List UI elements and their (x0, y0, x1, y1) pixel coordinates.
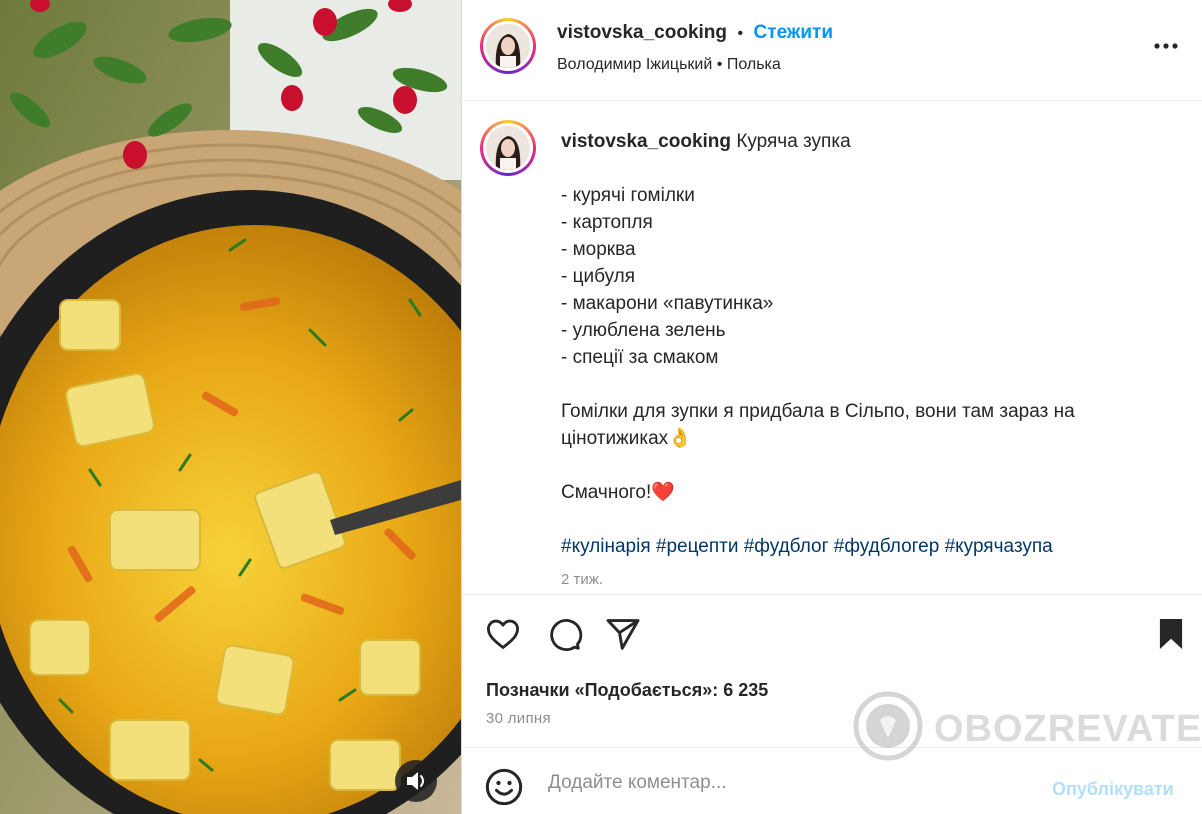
ingredient-item: - макарони «павутинка» (561, 293, 774, 314)
comment-button[interactable] (545, 615, 583, 653)
hashtag-list: #кулінарія #рецепти #фудблог #фудблогер … (561, 533, 1171, 560)
post-date[interactable]: 30 липня (486, 710, 551, 727)
post-header: vistovska_cooking • Стежити Володимир Іж… (462, 0, 1202, 101)
more-options-button[interactable] (1152, 36, 1182, 56)
hashtag-link[interactable]: #фудблогер (834, 536, 939, 557)
like-button[interactable] (484, 615, 522, 653)
audio-separator: • (716, 56, 723, 73)
ingredient-item: - спеції за смаком (561, 347, 719, 368)
save-button[interactable] (1152, 615, 1190, 653)
caption-note-line: цінотижиках👌 (561, 428, 692, 449)
share-button[interactable] (604, 615, 642, 653)
likes-count[interactable]: Позначки «Подобається»: 6 235 (486, 680, 768, 701)
follow-button[interactable]: Стежити (754, 22, 833, 43)
ingredient-item: - курячі гомілки (561, 185, 695, 206)
caption-title: Куряча зупка (736, 131, 851, 152)
more-horizontal-icon (1154, 43, 1178, 49)
post-caption: vistovska_cooking Куряча зупка - курячі … (561, 128, 1171, 560)
audio-artist[interactable]: Володимир Іжицький (557, 56, 712, 73)
ingredient-item: - картопля (561, 212, 653, 233)
hashtag-link[interactable]: #рецепти (656, 536, 739, 557)
post-media[interactable] (0, 0, 461, 814)
follow-separator: • (737, 25, 744, 42)
comment-bubble-icon (550, 619, 583, 651)
audio-attribution: Володимир Іжицький • Полька (557, 56, 781, 74)
publish-button[interactable]: Опублікувати (1052, 779, 1174, 800)
emoji-smile-icon (485, 768, 523, 806)
caption-username[interactable]: vistovska_cooking (561, 131, 731, 152)
bookmark-icon (1159, 618, 1183, 650)
heart-icon (487, 619, 519, 649)
comment-input[interactable] (546, 767, 1030, 799)
caption-note-line: Гомілки для зупки я придбала в Сільпо, в… (561, 401, 1075, 422)
sound-toggle-button[interactable] (395, 760, 437, 802)
caption-age[interactable]: 2 тиж. (561, 571, 603, 588)
watermark: OBOZREVATEL (852, 690, 1202, 762)
avatar-image (486, 126, 530, 170)
ingredient-item: - улюблена зелень (561, 320, 726, 341)
paper-plane-icon (606, 619, 640, 650)
watermark-logo-icon (853, 691, 923, 761)
emoji-button[interactable] (484, 767, 524, 807)
soup-photo (0, 0, 461, 814)
avatar-image (486, 24, 530, 68)
ingredient-item: - цибуля (561, 266, 636, 287)
avatar[interactable] (480, 18, 536, 74)
audio-title[interactable]: Полька (727, 56, 781, 73)
caption-avatar[interactable] (480, 120, 536, 176)
caption-closing: Смачного!❤️ (561, 482, 675, 503)
ingredient-item: - морква (561, 239, 636, 260)
post-panel: vistovska_cooking • Стежити Володимир Іж… (461, 0, 1202, 814)
hashtag-link[interactable]: #фудблог (744, 536, 829, 557)
post-username[interactable]: vistovska_cooking (557, 22, 727, 43)
watermark-text: OBOZREVATEL (934, 708, 1202, 750)
hashtag-link[interactable]: #кулінарія (561, 536, 651, 557)
speaker-icon (407, 772, 424, 790)
hashtag-link[interactable]: #курячазупа (945, 536, 1053, 557)
